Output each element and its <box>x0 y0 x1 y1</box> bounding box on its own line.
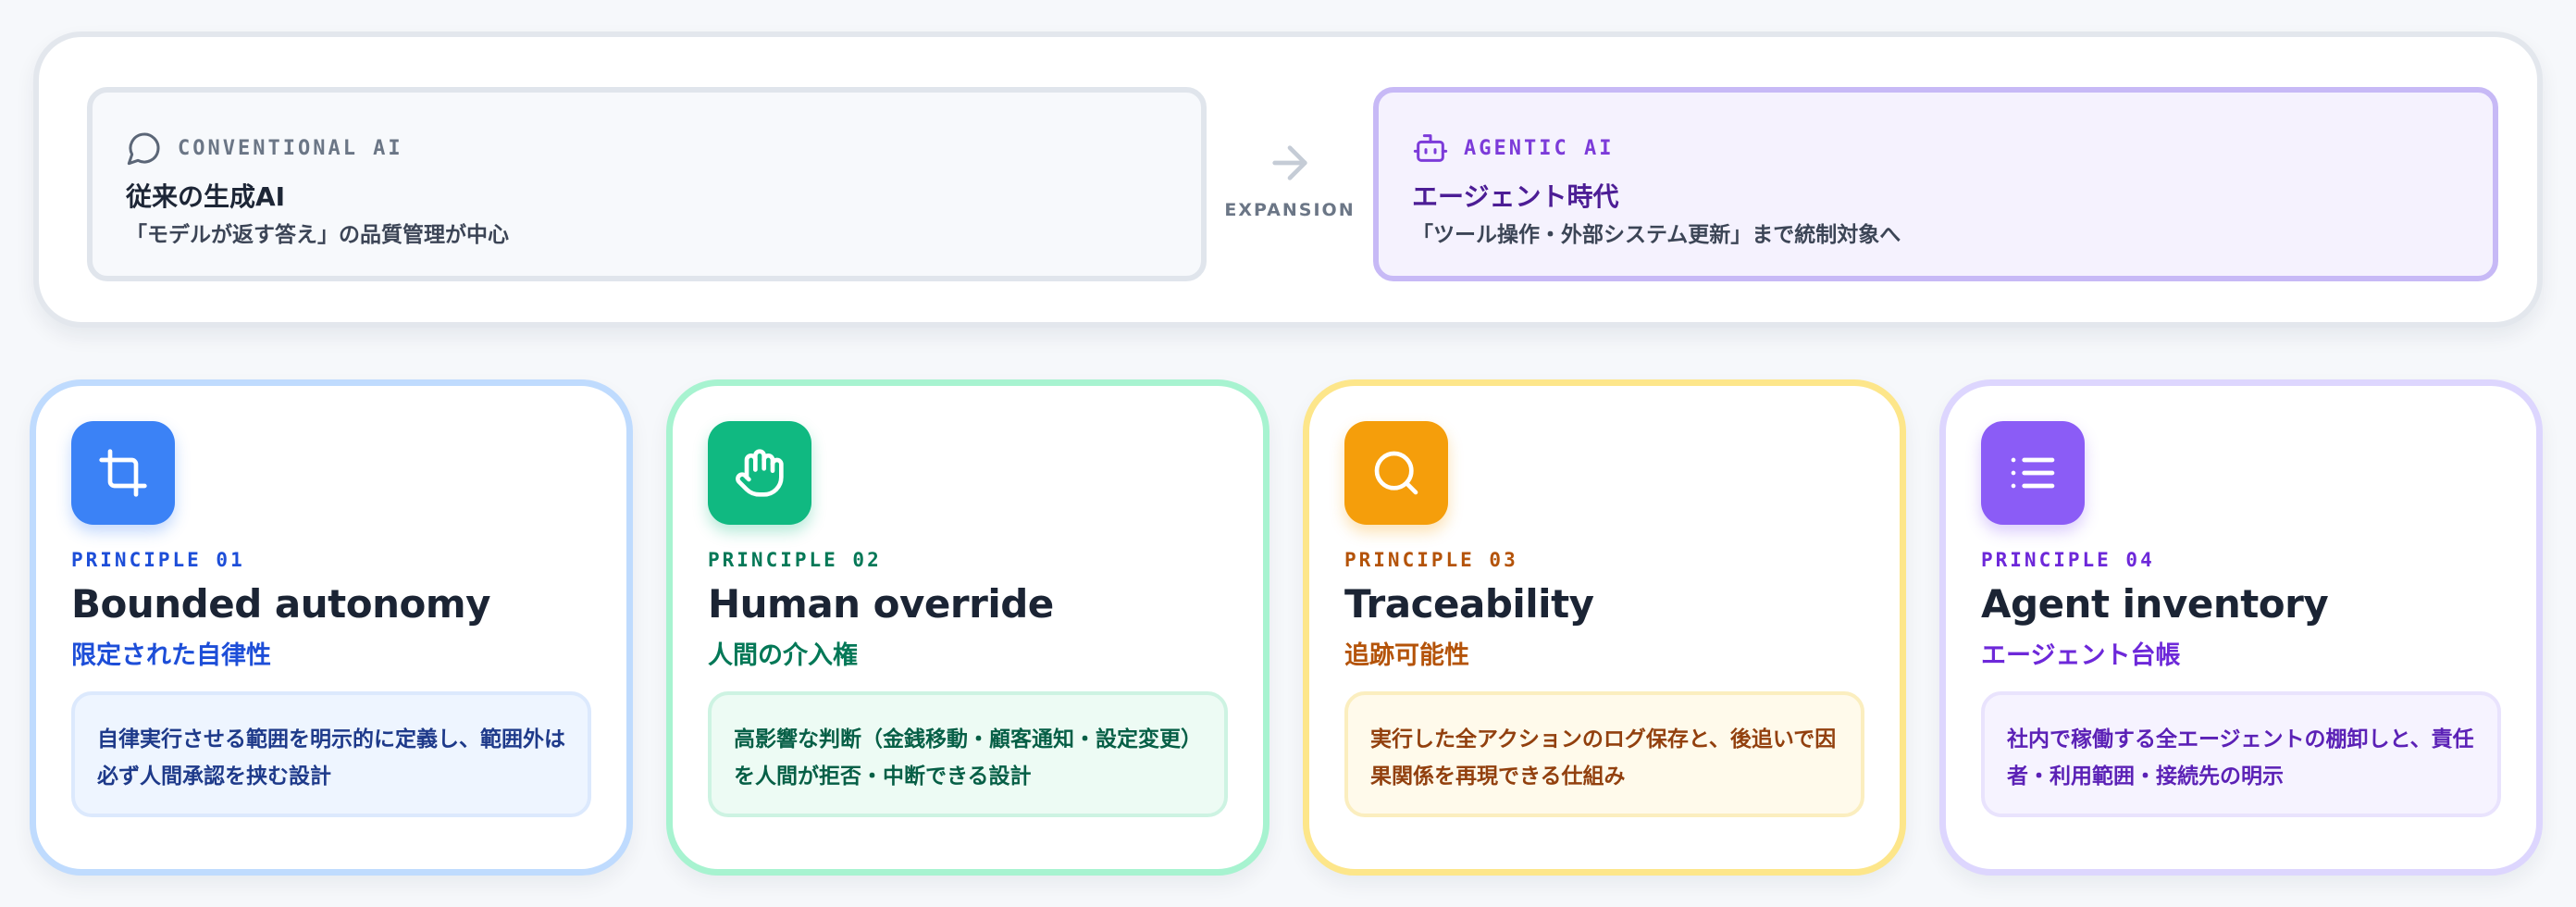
search-icon <box>1374 451 1418 495</box>
hand-icon <box>736 449 784 497</box>
principle-icon-tile <box>1344 421 1448 525</box>
principle-icon-tile <box>708 421 811 525</box>
principle-number: PRINCIPLE 02 <box>708 549 882 571</box>
message-circle-icon <box>127 132 160 166</box>
ai-comparison-panel: CONVENTIONAL AI 従来の生成AI 「モデルが返す答え」の品質管理が… <box>33 31 2543 328</box>
conventional-ai-label: CONVENTIONAL AI <box>178 136 403 160</box>
principle-number: PRINCIPLE 01 <box>71 549 245 571</box>
expansion-label: EXPANSION <box>1224 200 1356 220</box>
list-icon <box>2011 457 2055 489</box>
agentic-ai-title: エージェント時代 <box>1412 181 1619 212</box>
principle-description: 社内で稼働する全エージェントの棚卸しと、責任者・利用範囲・接続先の明示 <box>1981 691 2501 817</box>
principle-card-human-override: PRINCIPLE 02 Human override 人間の介入権 高影響な判… <box>666 379 1269 876</box>
conventional-ai-box: CONVENTIONAL AI 従来の生成AI 「モデルが返す答え」の品質管理が… <box>87 87 1207 281</box>
principle-description: 自律実行させる範囲を明示的に定義し、範囲外は必ず人間承認を挟む設計 <box>71 691 591 817</box>
principle-subtitle: 追跡可能性 <box>1344 641 1469 670</box>
principle-title: Bounded autonomy <box>71 581 490 627</box>
principle-subtitle: エージェント台帳 <box>1981 641 2181 670</box>
conventional-ai-description: 「モデルが返す答え」の品質管理が中心 <box>126 223 509 247</box>
principle-icon-tile <box>71 421 175 525</box>
principle-card-bounded-autonomy: PRINCIPLE 01 Bounded autonomy 限定された自律性 自… <box>30 379 633 876</box>
principle-title: Traceability <box>1344 581 1594 627</box>
conventional-ai-tag: CONVENTIONAL AI <box>126 130 1168 167</box>
principle-title: Human override <box>708 581 1054 627</box>
principle-description: 高影響な判断（金銭移動・顧客通知・設定変更）を人間が拒否・中断できる設計 <box>708 691 1228 817</box>
conventional-ai-title: 従来の生成AI <box>126 181 286 212</box>
principle-number: PRINCIPLE 03 <box>1344 549 1518 571</box>
agentic-ai-description: 「ツール操作・外部システム更新」まで統制対象へ <box>1412 223 1901 247</box>
agentic-ai-tag: AGENTIC AI <box>1412 130 2459 167</box>
principle-number: PRINCIPLE 04 <box>1981 549 2155 571</box>
principle-title: Agent inventory <box>1981 581 2329 627</box>
principle-card-agent-inventory: PRINCIPLE 04 Agent inventory エージェント台帳 社内… <box>1939 379 2543 876</box>
principle-icon-tile <box>1981 421 2085 525</box>
agentic-ai-box: AGENTIC AI エージェント時代 「ツール操作・外部システム更新」まで統制… <box>1373 87 2498 281</box>
bot-icon <box>1413 134 1448 162</box>
principle-card-traceability: PRINCIPLE 03 Traceability 追跡可能性 実行した全アクシ… <box>1303 379 1906 876</box>
principle-subtitle: 限定された自律性 <box>71 641 271 670</box>
crop-icon <box>99 449 147 497</box>
principle-subtitle: 人間の介入権 <box>708 641 858 670</box>
arrow-right-icon <box>1272 145 1307 180</box>
expansion-connector: EXPANSION <box>1207 137 1373 220</box>
principle-description: 実行した全アクションのログ保存と、後追いで因果関係を再現できる仕組み <box>1344 691 1864 817</box>
agentic-ai-label: AGENTIC AI <box>1464 136 1615 160</box>
